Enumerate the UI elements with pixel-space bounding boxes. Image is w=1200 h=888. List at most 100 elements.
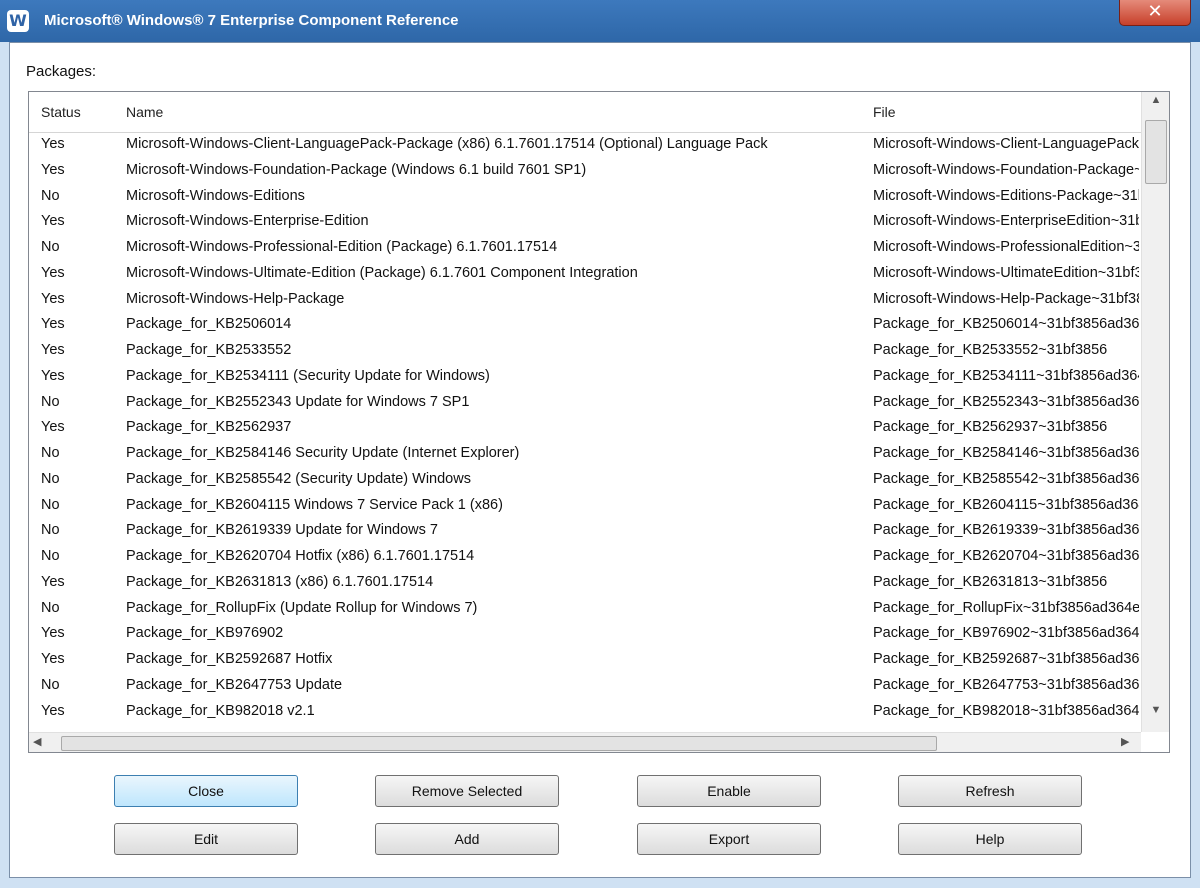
- list-row[interactable]: No Package_for_KB2585542 (Security Update…: [29, 467, 1141, 493]
- row-name: Package_for_KB2584146 Security Update (I…: [126, 445, 520, 461]
- list-row[interactable]: Yes Microsoft-Windows-Ultimate-Edition (P…: [29, 261, 1141, 287]
- row-name: Package_for_KB2592687 Hotfix: [126, 651, 333, 667]
- row-file: Package_for_KB2552343~31bf3856ad364e: [873, 393, 1139, 410]
- row-name: Package_for_KB2604115 Windows 7 Service …: [126, 496, 503, 513]
- close-button[interactable]: Close: [114, 775, 298, 807]
- edit-button[interactable]: Edit: [114, 823, 298, 855]
- vertical-scrollbar[interactable]: ▲ ▼: [1141, 92, 1169, 732]
- row-file: Package_for_KB2631813~31bf3856: [873, 573, 1108, 590]
- row-status: No: [41, 548, 60, 564]
- list-row[interactable]: Yes Microsoft-Windows-Help-Package Microso…: [29, 287, 1141, 313]
- row-file: Package_for_KB2534111~31bf3856ad364e: [873, 367, 1139, 384]
- list-row[interactable]: No Package_for_KB2619339 Update for Windo…: [29, 518, 1141, 544]
- list-row[interactable]: No Package_for_RollupFix (Update Rollup f…: [29, 596, 1141, 622]
- list-rows: Yes Microsoft-Windows-Client-LanguagePack…: [29, 132, 1141, 724]
- row-name: Package_for_KB2534111 (Security Update f…: [126, 367, 490, 384]
- list-row[interactable]: No Microsoft-Windows-Editions Microsoft-Wi…: [29, 184, 1141, 210]
- title-bar: W Microsoft® Windows® 7 Enterprise Compo…: [0, 0, 1200, 42]
- horizontal-scrollbar[interactable]: ◀ ▶: [29, 732, 1141, 752]
- row-status: Yes: [41, 213, 65, 230]
- row-name: Microsoft-Windows-Editions: [126, 187, 305, 204]
- export-button[interactable]: Export: [637, 823, 821, 855]
- list-row[interactable]: Yes Package_for_KB2506014 Package_for_KB25…: [29, 312, 1141, 338]
- row-file: Package_for_KB2533552~31bf3856: [873, 342, 1108, 358]
- list-row[interactable]: Yes Package_for_KB2592687 Hotfix Package_f…: [29, 647, 1141, 673]
- list-row[interactable]: Yes Microsoft-Windows-Foundation-Package …: [29, 158, 1141, 184]
- scroll-down-arrow-icon[interactable]: ▼: [1142, 704, 1169, 722]
- remove-selected-button[interactable]: Remove Selected: [375, 775, 559, 807]
- row-name: Package_for_KB982018 v2.1: [126, 702, 315, 719]
- dialog-client-area: Packages: Status Name File Yes Microsoft-…: [9, 42, 1191, 878]
- scroll-up-arrow-icon[interactable]: ▲: [1142, 94, 1169, 112]
- row-status: No: [41, 522, 60, 539]
- row-status: Yes: [41, 290, 65, 307]
- list-row[interactable]: No Microsoft-Windows-Professional-Edition…: [29, 235, 1141, 261]
- list-row[interactable]: Yes Package_for_KB2533552 Package_for_KB25…: [29, 338, 1141, 364]
- column-header-file[interactable]: File: [873, 104, 896, 120]
- scroll-left-arrow-icon[interactable]: ◀: [33, 735, 41, 748]
- list-row[interactable]: No Package_for_KB2620704 Hotfix (x86) 6.1…: [29, 544, 1141, 570]
- row-file: Microsoft-Windows-UltimateEdition~31bf38…: [873, 264, 1139, 281]
- list-row[interactable]: Yes Package_for_KB2631813 (x86) 6.1.7601.…: [29, 570, 1141, 596]
- row-status: Yes: [41, 702, 65, 719]
- vertical-scroll-thumb[interactable]: [1145, 120, 1167, 184]
- row-status: No: [41, 599, 60, 616]
- row-name: Microsoft-Windows-Ultimate-Edition (Pack…: [126, 264, 638, 281]
- row-status: Yes: [41, 573, 65, 590]
- row-status: Yes: [41, 264, 65, 281]
- packages-label: Packages:: [26, 63, 97, 80]
- row-file: Package_for_KB2506014~31bf3856ad364e35: [873, 316, 1139, 333]
- row-status: Yes: [41, 342, 65, 358]
- row-status: No: [41, 445, 60, 461]
- row-status: No: [41, 187, 60, 204]
- list-row[interactable]: No Package_for_KB2604115 Windows 7 Servic…: [29, 493, 1141, 519]
- row-file: Microsoft-Windows-ProfessionalEdition~31…: [873, 239, 1139, 255]
- row-name: Package_for_KB2631813 (x86) 6.1.7601.175…: [126, 573, 434, 590]
- row-file: Package_for_KB2647753~31bf3856ad364e: [873, 676, 1139, 693]
- row-file: Package_for_KB2562937~31bf3856: [873, 419, 1108, 436]
- column-header-name[interactable]: Name: [126, 104, 163, 120]
- row-status: No: [41, 496, 60, 513]
- row-name: Package_for_KB2585542 (Security Update) …: [126, 470, 471, 487]
- list-row[interactable]: No Package_for_KB2647753 Update Package_fo…: [29, 673, 1141, 699]
- column-header-status[interactable]: Status: [41, 104, 81, 120]
- row-file: Microsoft-Windows-Editions-Package~31bf_…: [873, 187, 1139, 204]
- horizontal-scroll-thumb[interactable]: [61, 736, 937, 751]
- row-status: Yes: [41, 419, 65, 436]
- row-file: Package_for_KB976902~31bf3856ad364e35: [873, 625, 1139, 642]
- row-name: Microsoft-Windows-Client-LanguagePack-Pa…: [126, 136, 768, 152]
- row-status: No: [41, 239, 60, 255]
- list-row[interactable]: No Package_for_KB2552343 Update for Windo…: [29, 390, 1141, 416]
- enable-button[interactable]: Enable: [637, 775, 821, 807]
- list-row[interactable]: No Package_for_KB2584146 Security Update …: [29, 441, 1141, 467]
- row-file: Package_for_KB2584146~31bf3856ad364e35: [873, 445, 1139, 461]
- row-status: Yes: [41, 316, 65, 333]
- row-name: Microsoft-Windows-Help-Package: [126, 290, 345, 307]
- row-name: Package_for_KB976902: [126, 625, 284, 642]
- list-row[interactable]: Yes Package_for_KB976902 Package_for_KB976…: [29, 621, 1141, 647]
- row-status: Yes: [41, 161, 65, 178]
- row-file: Package_for_RollupFix~31bf3856ad364e35: [873, 599, 1139, 616]
- help-button[interactable]: Help: [898, 823, 1082, 855]
- add-button[interactable]: Add: [375, 823, 559, 855]
- row-status: Yes: [41, 651, 65, 667]
- row-name: Package_for_KB2620704 Hotfix (x86) 6.1.7…: [126, 548, 475, 564]
- row-name: Microsoft-Windows-Enterprise-Edition: [126, 213, 369, 230]
- row-file: Package_for_KB2604115~31bf3856ad364e35: [873, 496, 1139, 513]
- list-row[interactable]: Yes Package_for_KB2562937 Package_for_KB25…: [29, 415, 1141, 441]
- list-row[interactable]: Yes Package_for_KB2534111 (Security Updat…: [29, 364, 1141, 390]
- row-file: Package_for_KB2592687~31bf3856ad364e35: [873, 651, 1139, 667]
- scroll-right-arrow-icon[interactable]: ▶: [1121, 735, 1129, 748]
- list-row[interactable]: Yes Microsoft-Windows-Enterprise-Edition M…: [29, 209, 1141, 235]
- row-status: No: [41, 470, 60, 487]
- app-icon: W: [7, 10, 29, 32]
- row-file: Microsoft-Windows-Client-LanguagePack-Pa…: [873, 136, 1139, 152]
- list-row[interactable]: Yes Microsoft-Windows-Client-LanguagePack…: [29, 132, 1141, 158]
- refresh-button[interactable]: Refresh: [898, 775, 1082, 807]
- row-name: Package_for_KB2533552: [126, 342, 292, 358]
- list-row[interactable]: Yes Package_for_KB982018 v2.1 Package_for_…: [29, 699, 1141, 725]
- row-name: Package_for_KB2552343 Update for Windows…: [126, 393, 470, 410]
- row-status: Yes: [41, 367, 65, 384]
- packages-list[interactable]: Status Name File Yes Microsoft-Windows-Cl…: [28, 91, 1170, 753]
- close-window-button[interactable]: ✕: [1119, 0, 1191, 26]
